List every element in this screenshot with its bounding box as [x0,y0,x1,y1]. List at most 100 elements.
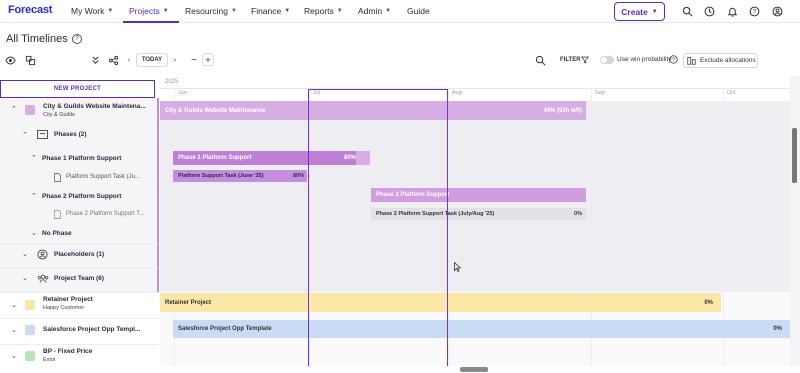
bar-label: Phase 1 Platform Support [178,155,252,161]
filter-button[interactable]: FILTER [560,57,581,63]
help-icon[interactable]: ? [669,55,678,64]
phase1-row[interactable]: ⌃ Phase 1 Platform Support [0,150,158,166]
project-color-swatch [25,300,35,310]
app-logo[interactable]: Forecast [8,4,52,16]
task-row[interactable]: Platform Support Task (Ju... [0,170,158,184]
project-color-swatch [25,325,35,335]
month-label: Sep [595,90,605,96]
chevron-up-icon[interactable]: ⌃ [11,105,17,113]
svg-text:?: ? [672,57,675,63]
page-title: All Timelines [6,33,68,45]
filter-icon[interactable] [581,56,589,64]
user-avatar-icon[interactable] [772,6,783,17]
win-probability-label: Use win probability [617,56,672,63]
project-row-salesforce[interactable]: ⌄ Salesforce Project Opp Templ... [0,320,158,340]
nav-admin[interactable]: Admin ▼ [358,6,391,16]
project-row-retainer[interactable]: ⌄ Retainer Project Happy Customer [0,295,158,317]
bar-label: City & Guilds Website Maintenance [165,107,266,114]
bell-icon[interactable] [727,6,738,17]
chevron-down-icon[interactable]: ⌄ [22,250,28,258]
chevron-down-icon[interactable]: ⌄ [11,352,17,360]
chevron-up-icon[interactable]: ⌃ [31,154,37,162]
no-phase-row[interactable]: ⌄ No Phase [0,226,158,240]
project-bar-salesforce[interactable]: Salesforce Project Opp Template 0% [173,320,790,338]
active-nav-indicator [123,21,179,23]
project-color-swatch [25,105,35,115]
create-button[interactable]: Create ▼ [614,2,665,21]
placeholders-label: Placeholders (1) [54,251,105,258]
project-name: Retainer Project [43,296,93,303]
search-icon[interactable] [682,6,693,17]
zoom-out-button[interactable]: − [188,53,200,67]
task-row[interactable]: Phase 2 Platform Support T... [0,207,158,221]
project-name: City & Guilds Website Maintena... [43,103,146,110]
eye-icon[interactable] [5,55,16,66]
scrollbar-thumb[interactable] [792,128,797,183]
project-team-row[interactable]: ⌄ Project Team (6) [0,270,158,288]
win-probability-toggle[interactable] [600,56,614,64]
next-period-button[interactable]: › [170,53,180,67]
nav-label: Resourcing [185,6,228,16]
search-icon[interactable] [535,55,546,66]
document-icon [54,210,61,219]
exclude-allocations-label: Exclude allocations [700,57,756,64]
project-row-city-guilds[interactable]: ⌃ City & Guilds Website Maintena... City… [0,98,158,122]
nav-label: Guide [407,6,430,16]
chevron-left-icon: ‹ [127,56,131,64]
nav-reports[interactable]: Reports ▼ [304,6,343,16]
create-label: Create [621,6,648,17]
phase1-label: Phase 1 Platform Support [42,155,122,162]
selection-range [308,89,448,366]
nav-guide[interactable]: Guide [407,6,430,16]
phase2-row[interactable]: ⌃ Phase 2 Platform Support [0,188,158,204]
chevron-down-icon: ▼ [385,8,392,14]
chevron-down-icon: ▼ [336,8,343,14]
divider [0,292,158,293]
placeholders-row[interactable]: ⌄ Placeholders (1) [0,246,158,264]
share-icon[interactable] [108,55,119,66]
zoom-in-button[interactable]: + [202,53,214,66]
bar-label: Retainer Project [165,299,212,306]
minus-icon: − [191,54,197,66]
chevron-right-icon: › [173,56,177,64]
nav-label: Reports [304,6,334,16]
collapse-all-icon[interactable] [90,55,101,66]
chevron-down-icon[interactable]: ⌄ [11,301,17,309]
plus-icon: + [205,54,211,65]
chevron-up-icon[interactable]: ⌃ [22,131,28,139]
team-icon [37,274,49,283]
phases-row[interactable]: ⌃ Phases (2) [0,125,158,145]
nav-my-work[interactable]: My Work ▼ [71,6,113,16]
bar-progress: 0% [574,211,582,217]
chevron-up-icon[interactable]: ⌃ [31,192,37,200]
nav-finance[interactable]: Finance ▼ [251,6,290,16]
chevron-down-icon[interactable]: ⌄ [22,274,28,282]
chevron-down-icon: ▼ [651,8,658,15]
new-project-button[interactable]: NEW PROJECT [0,80,155,98]
no-phase-label: No Phase [42,230,72,237]
bar-progress: 80% [292,173,304,179]
exclude-allocations-button[interactable]: Exclude allocations [683,53,758,68]
project-client: Happy Customer [43,305,85,311]
clock-icon[interactable] [704,6,715,17]
nav-projects[interactable]: Projects ▼ [129,6,169,16]
copy-layout-icon[interactable] [25,55,36,66]
chevron-down-icon[interactable]: ⌄ [11,326,17,334]
chevron-down-icon: ▼ [162,8,169,14]
chevron-down-icon[interactable]: ⌄ [31,229,37,237]
project-team-label: Project Team (6) [54,275,105,282]
nav-resourcing[interactable]: Resourcing ▼ [185,6,237,16]
help-icon[interactable]: ? [72,34,82,44]
top-navigation: Forecast My Work ▼ Projects ▼ Resourcing ▼ … [0,0,800,23]
horizontal-scrollbar[interactable] [460,367,488,372]
project-name: Salesforce Project Opp Templ... [43,326,141,333]
project-client: City & Guilds [43,112,75,118]
timeline-grid[interactable]: 2025 Jun Jul Aug Sep Oct City & Guilds W… [160,76,790,366]
bar-label: Platform Support Task (June '25) [178,173,264,179]
help-icon[interactable]: ? [749,6,760,17]
prev-period-button[interactable]: ‹ [124,53,134,67]
project-color-swatch [25,351,35,361]
project-row-bp-fixed-price[interactable]: ⌄ BP - Fixed Price Extol [0,346,158,368]
vertical-scrollbar[interactable] [790,76,800,366]
today-button[interactable]: TODAY [136,53,168,67]
